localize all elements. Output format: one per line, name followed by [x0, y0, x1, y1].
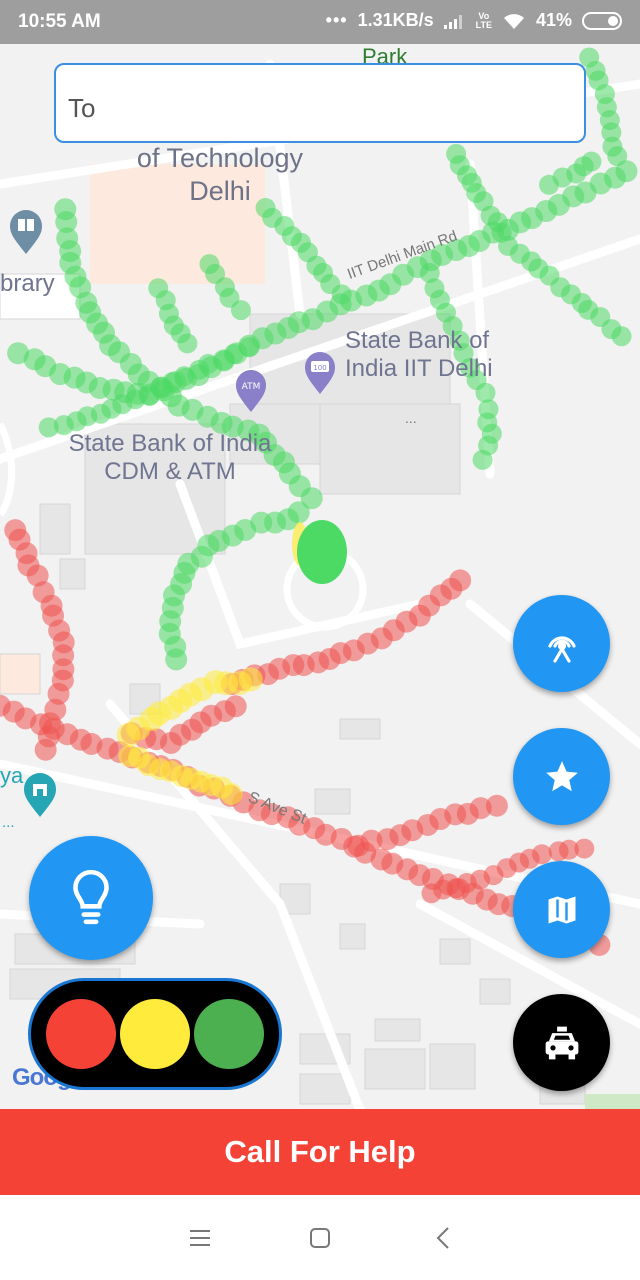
home-button[interactable] — [303, 1221, 337, 1255]
traffic-green-lamp[interactable] — [194, 999, 264, 1069]
menu-button[interactable] — [183, 1221, 217, 1255]
call-for-help-button[interactable]: Call For Help — [0, 1109, 640, 1195]
atm-label: State Bank of India CDM & ATM — [60, 430, 280, 486]
lightbulb-icon — [65, 869, 117, 927]
menu-icon — [189, 1229, 211, 1247]
network-speed: 1.31KB/s — [358, 10, 434, 31]
svg-text:100: 100 — [313, 364, 326, 372]
status-indicators: ••• 1.31KB/s Vo LTE 41% — [326, 10, 622, 31]
landmark-marker-icon[interactable] — [22, 772, 58, 818]
volte-icon: Vo LTE — [476, 12, 492, 30]
library-marker-icon[interactable] — [8, 209, 44, 255]
destination-input[interactable]: To — [54, 63, 586, 143]
battery-icon — [582, 12, 622, 30]
traffic-light-toggle[interactable] — [28, 978, 282, 1090]
left-poi-label: ya — [0, 762, 23, 790]
back-icon — [435, 1226, 451, 1250]
sbi-label: State Bank of India IIT Delhi — [345, 327, 493, 383]
map-button[interactable] — [513, 861, 610, 958]
left-poi-more: ... — [2, 814, 15, 831]
bank-marker-icon[interactable]: 100 — [303, 351, 337, 395]
favorites-button[interactable] — [513, 728, 610, 825]
back-button[interactable] — [426, 1221, 460, 1255]
broadcast-button[interactable] — [513, 595, 610, 692]
notification-dots: ••• — [326, 10, 348, 31]
signal-icon — [444, 13, 466, 29]
map-icon — [544, 892, 580, 928]
status-bar: 10:55 AM ••• 1.31KB/s Vo LTE 41% — [0, 0, 640, 44]
svg-text:ATM: ATM — [242, 382, 261, 392]
lightbulb-button[interactable] — [29, 836, 153, 960]
status-time: 10:55 AM — [18, 11, 101, 33]
system-nav-bar — [0, 1195, 640, 1280]
sbi-more-label: ... — [405, 410, 417, 426]
atm-marker-icon[interactable]: ATM — [234, 369, 268, 413]
wifi-icon — [502, 12, 526, 30]
broadcast-icon — [540, 622, 584, 666]
traffic-yellow-lamp[interactable] — [120, 999, 190, 1069]
home-icon — [309, 1227, 331, 1249]
star-icon — [543, 758, 581, 796]
institute-label: of Technology Delhi — [110, 142, 330, 208]
library-label: brary — [0, 270, 55, 298]
traffic-red-lamp[interactable] — [46, 999, 116, 1069]
taxi-button[interactable] — [513, 994, 610, 1091]
taxi-icon — [542, 1025, 582, 1061]
battery-percent: 41% — [536, 10, 572, 31]
